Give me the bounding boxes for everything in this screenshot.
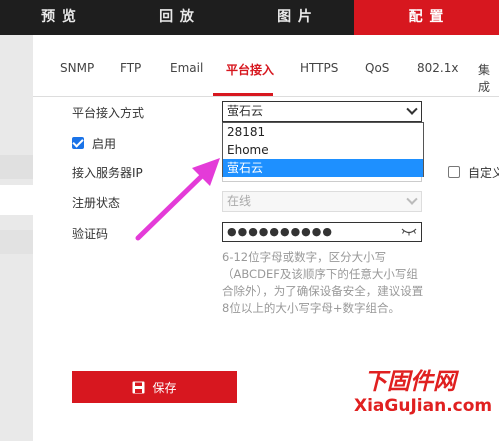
- tab-email[interactable]: Email: [170, 61, 203, 75]
- left-menu-item[interactable]: [0, 230, 33, 254]
- left-menu-item-active[interactable]: [0, 185, 33, 215]
- left-menu-panel: [0, 35, 33, 441]
- register-status-select: 在线: [222, 191, 422, 212]
- top-navigation: 预 览 回 放 图 片 配 置: [0, 0, 499, 35]
- site-watermark: 下固件网 XiaGuJian.com: [354, 362, 494, 422]
- verify-code-label: 验证码: [72, 227, 109, 241]
- tab-8021x[interactable]: 802.1x: [417, 61, 458, 75]
- access-mode-select[interactable]: 萤石云: [222, 101, 422, 122]
- option-ehome[interactable]: Ehome: [223, 141, 423, 159]
- save-button-label: 保存: [152, 380, 177, 395]
- access-mode-dropdown: 28181 Ehome 萤石云: [222, 122, 424, 177]
- tab-integration[interactable]: 集成: [478, 61, 499, 95]
- active-tab-indicator: [213, 93, 273, 96]
- enable-checkbox[interactable]: [72, 137, 84, 149]
- option-28181[interactable]: 28181: [223, 123, 423, 141]
- watermark-cn: 下固件网: [364, 368, 456, 395]
- tab-bar: SNMP FTP Email 平台接入 HTTPS QoS 802.1x 集成: [33, 35, 499, 97]
- chevron-down-icon: [406, 193, 418, 205]
- tab-qos[interactable]: QoS: [365, 61, 389, 75]
- pointer-arrow-annotation: [135, 158, 220, 241]
- access-mode-label: 平台接入方式: [72, 106, 145, 120]
- eye-closed-icon[interactable]: [401, 227, 417, 237]
- watermark-en: XiaGuJian.com: [354, 396, 493, 416]
- verify-code-value: ●●●●●●●●●●: [227, 225, 333, 238]
- nav-preview[interactable]: 预 览: [0, 0, 118, 35]
- register-status-label: 注册状态: [72, 196, 121, 210]
- nav-pictures[interactable]: 图 片: [236, 0, 354, 35]
- tab-snmp[interactable]: SNMP: [60, 61, 94, 75]
- access-mode-value: 萤石云: [227, 104, 264, 118]
- tab-platform-access[interactable]: 平台接入: [226, 61, 274, 78]
- enable-label: 启用: [92, 137, 117, 151]
- verify-code-hint: 6-12位字母或数字，区分大小写（ABCDEF及该顺序下的任意大小写组合除外），…: [222, 250, 424, 315]
- tab-https[interactable]: HTTPS: [300, 61, 338, 75]
- verify-code-input[interactable]: ●●●●●●●●●●: [222, 222, 422, 242]
- save-button[interactable]: 保存: [72, 371, 237, 403]
- custom-label: 自定义: [468, 166, 499, 180]
- option-ezviz[interactable]: 萤石云: [223, 159, 423, 177]
- tab-ftp[interactable]: FTP: [120, 61, 141, 75]
- left-menu-item[interactable]: [0, 155, 33, 179]
- chevron-down-icon: [406, 103, 418, 115]
- nav-playback[interactable]: 回 放: [118, 0, 236, 35]
- register-status-value: 在线: [227, 194, 252, 208]
- custom-checkbox[interactable]: [448, 166, 460, 178]
- save-disk-icon: [132, 381, 145, 393]
- nav-configuration[interactable]: 配 置: [354, 0, 499, 35]
